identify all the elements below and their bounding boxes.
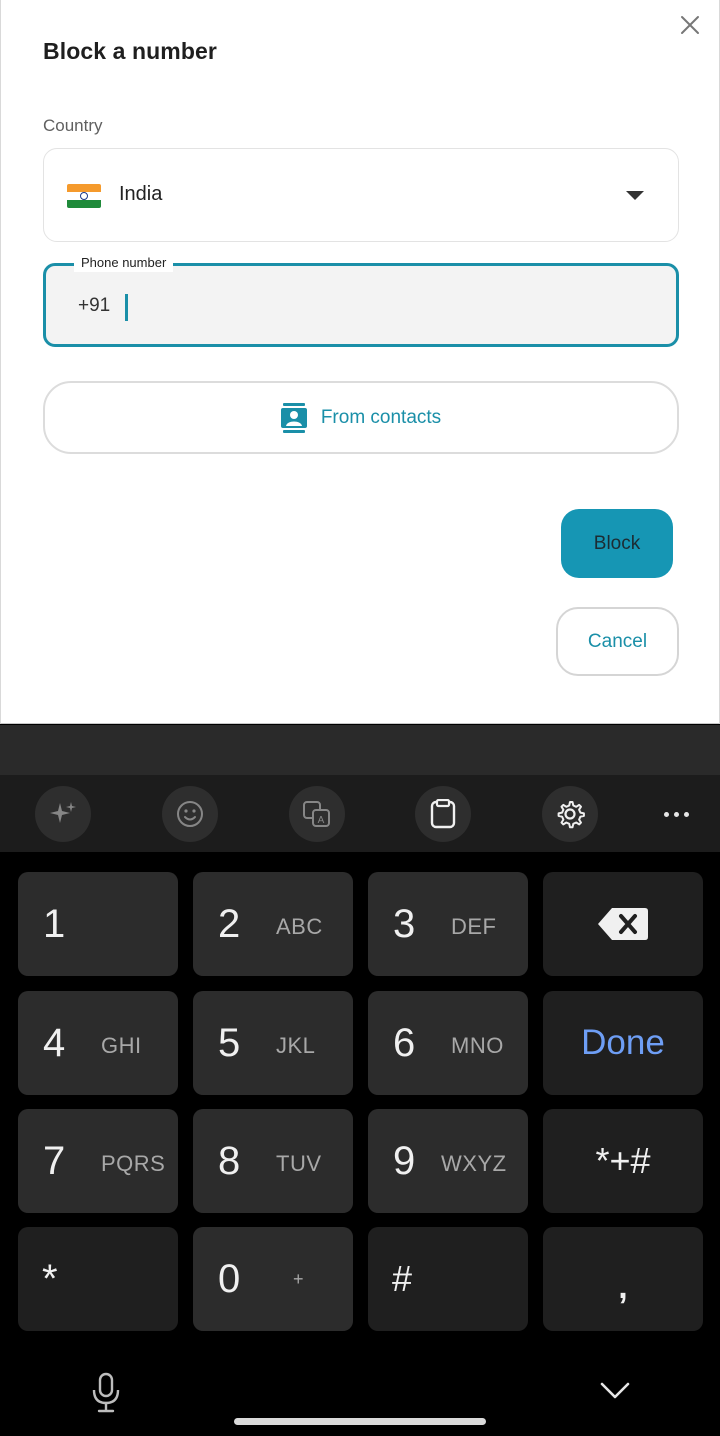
settings-icon [557,801,585,829]
svg-text:A: A [318,815,325,826]
symbols-key[interactable]: *+# [543,1109,703,1213]
key-6[interactable]: 6 MNO [368,991,528,1095]
voice-input-button[interactable] [86,1372,126,1416]
microphone-icon [92,1372,120,1413]
key-digit: 1 [43,902,66,946]
backspace-icon [598,908,648,940]
key-digit: 2 [218,902,241,946]
keyboard-toolbar: A [0,775,720,852]
key-letters: ABC [276,914,323,939]
key-plus-label: + [293,1269,304,1289]
close-icon [681,16,699,34]
key-letters: TUV [276,1151,322,1176]
keyboard-settings-button[interactable] [542,786,598,842]
translate-icon: A [303,801,330,827]
comma-label: , [618,1268,628,1306]
key-digit: 6 [393,1021,416,1065]
close-button[interactable] [673,8,707,42]
dialog-title: Block a number [43,38,217,64]
star-key[interactable]: * [18,1227,178,1331]
key-digit: 9 [393,1139,416,1183]
key-digit: 3 [393,902,416,946]
key-digit: 8 [218,1139,241,1183]
country-code-prefix: +91 [78,295,111,316]
dropdown-arrow-icon [626,191,644,200]
country-select[interactable]: India [43,148,679,242]
done-key[interactable]: Done [543,991,703,1095]
key-4[interactable]: 4 GHI [18,991,178,1095]
cancel-button[interactable]: Cancel [556,607,679,676]
key-digit: 7 [43,1139,66,1183]
key-letters: PQRS [101,1151,166,1176]
key-0[interactable]: 0 + [193,1227,353,1331]
home-indicator[interactable] [234,1418,486,1425]
key-7[interactable]: 7 PQRS [18,1109,178,1213]
key-letters: GHI [101,1033,142,1058]
hash-label: # [392,1258,413,1299]
contacts-icon [280,402,307,433]
sparkle-icon [50,802,76,823]
key-letters: JKL [276,1033,316,1058]
key-5[interactable]: 5 JKL [193,991,353,1095]
block-button[interactable]: Block [561,509,673,578]
done-label: Done [581,1023,665,1062]
key-digit: 0 [218,1257,241,1301]
from-contacts-label: From contacts [320,406,442,428]
phone-number-label: Phone number [74,254,174,272]
hide-keyboard-button[interactable] [596,1380,634,1410]
more-icon [663,811,669,817]
key-1[interactable]: 1 [18,872,178,976]
clipboard-button[interactable] [415,786,471,842]
clipboard-icon [430,799,456,829]
key-3[interactable]: 3 DEF [368,872,528,976]
emoji-icon [177,801,203,827]
symbols-label: *+# [595,1140,651,1181]
key-8[interactable]: 8 TUV [193,1109,353,1213]
key-2[interactable]: 2 ABC [193,872,353,976]
key-letters: WXYZ [441,1151,507,1176]
key-letters: MNO [451,1033,504,1058]
comma-key[interactable]: , [543,1227,703,1331]
from-contacts-button[interactable]: From contacts [43,381,679,454]
country-label: Country [43,116,103,135]
chevron-down-icon [600,1382,630,1399]
key-digit: 4 [43,1021,66,1065]
ai-sparkle-button[interactable] [35,786,91,842]
more-options-button[interactable] [648,786,704,842]
key-digit: 5 [218,1021,241,1065]
backspace-key[interactable] [543,872,703,976]
country-name: India [119,183,163,205]
phone-number-field[interactable]: Phone number +91 [43,254,679,347]
india-flag-icon [67,184,101,208]
translate-button[interactable]: A [289,786,345,842]
keyboard-top-strip [0,725,720,775]
key-letters: DEF [451,914,497,939]
star-label: * [42,1257,58,1301]
text-caret [125,294,128,321]
emoji-button[interactable] [162,786,218,842]
hash-key[interactable]: # [368,1227,528,1331]
block-number-dialog: Block a number Country India Phone numbe… [0,0,720,724]
key-9[interactable]: 9 WXYZ [368,1109,528,1213]
